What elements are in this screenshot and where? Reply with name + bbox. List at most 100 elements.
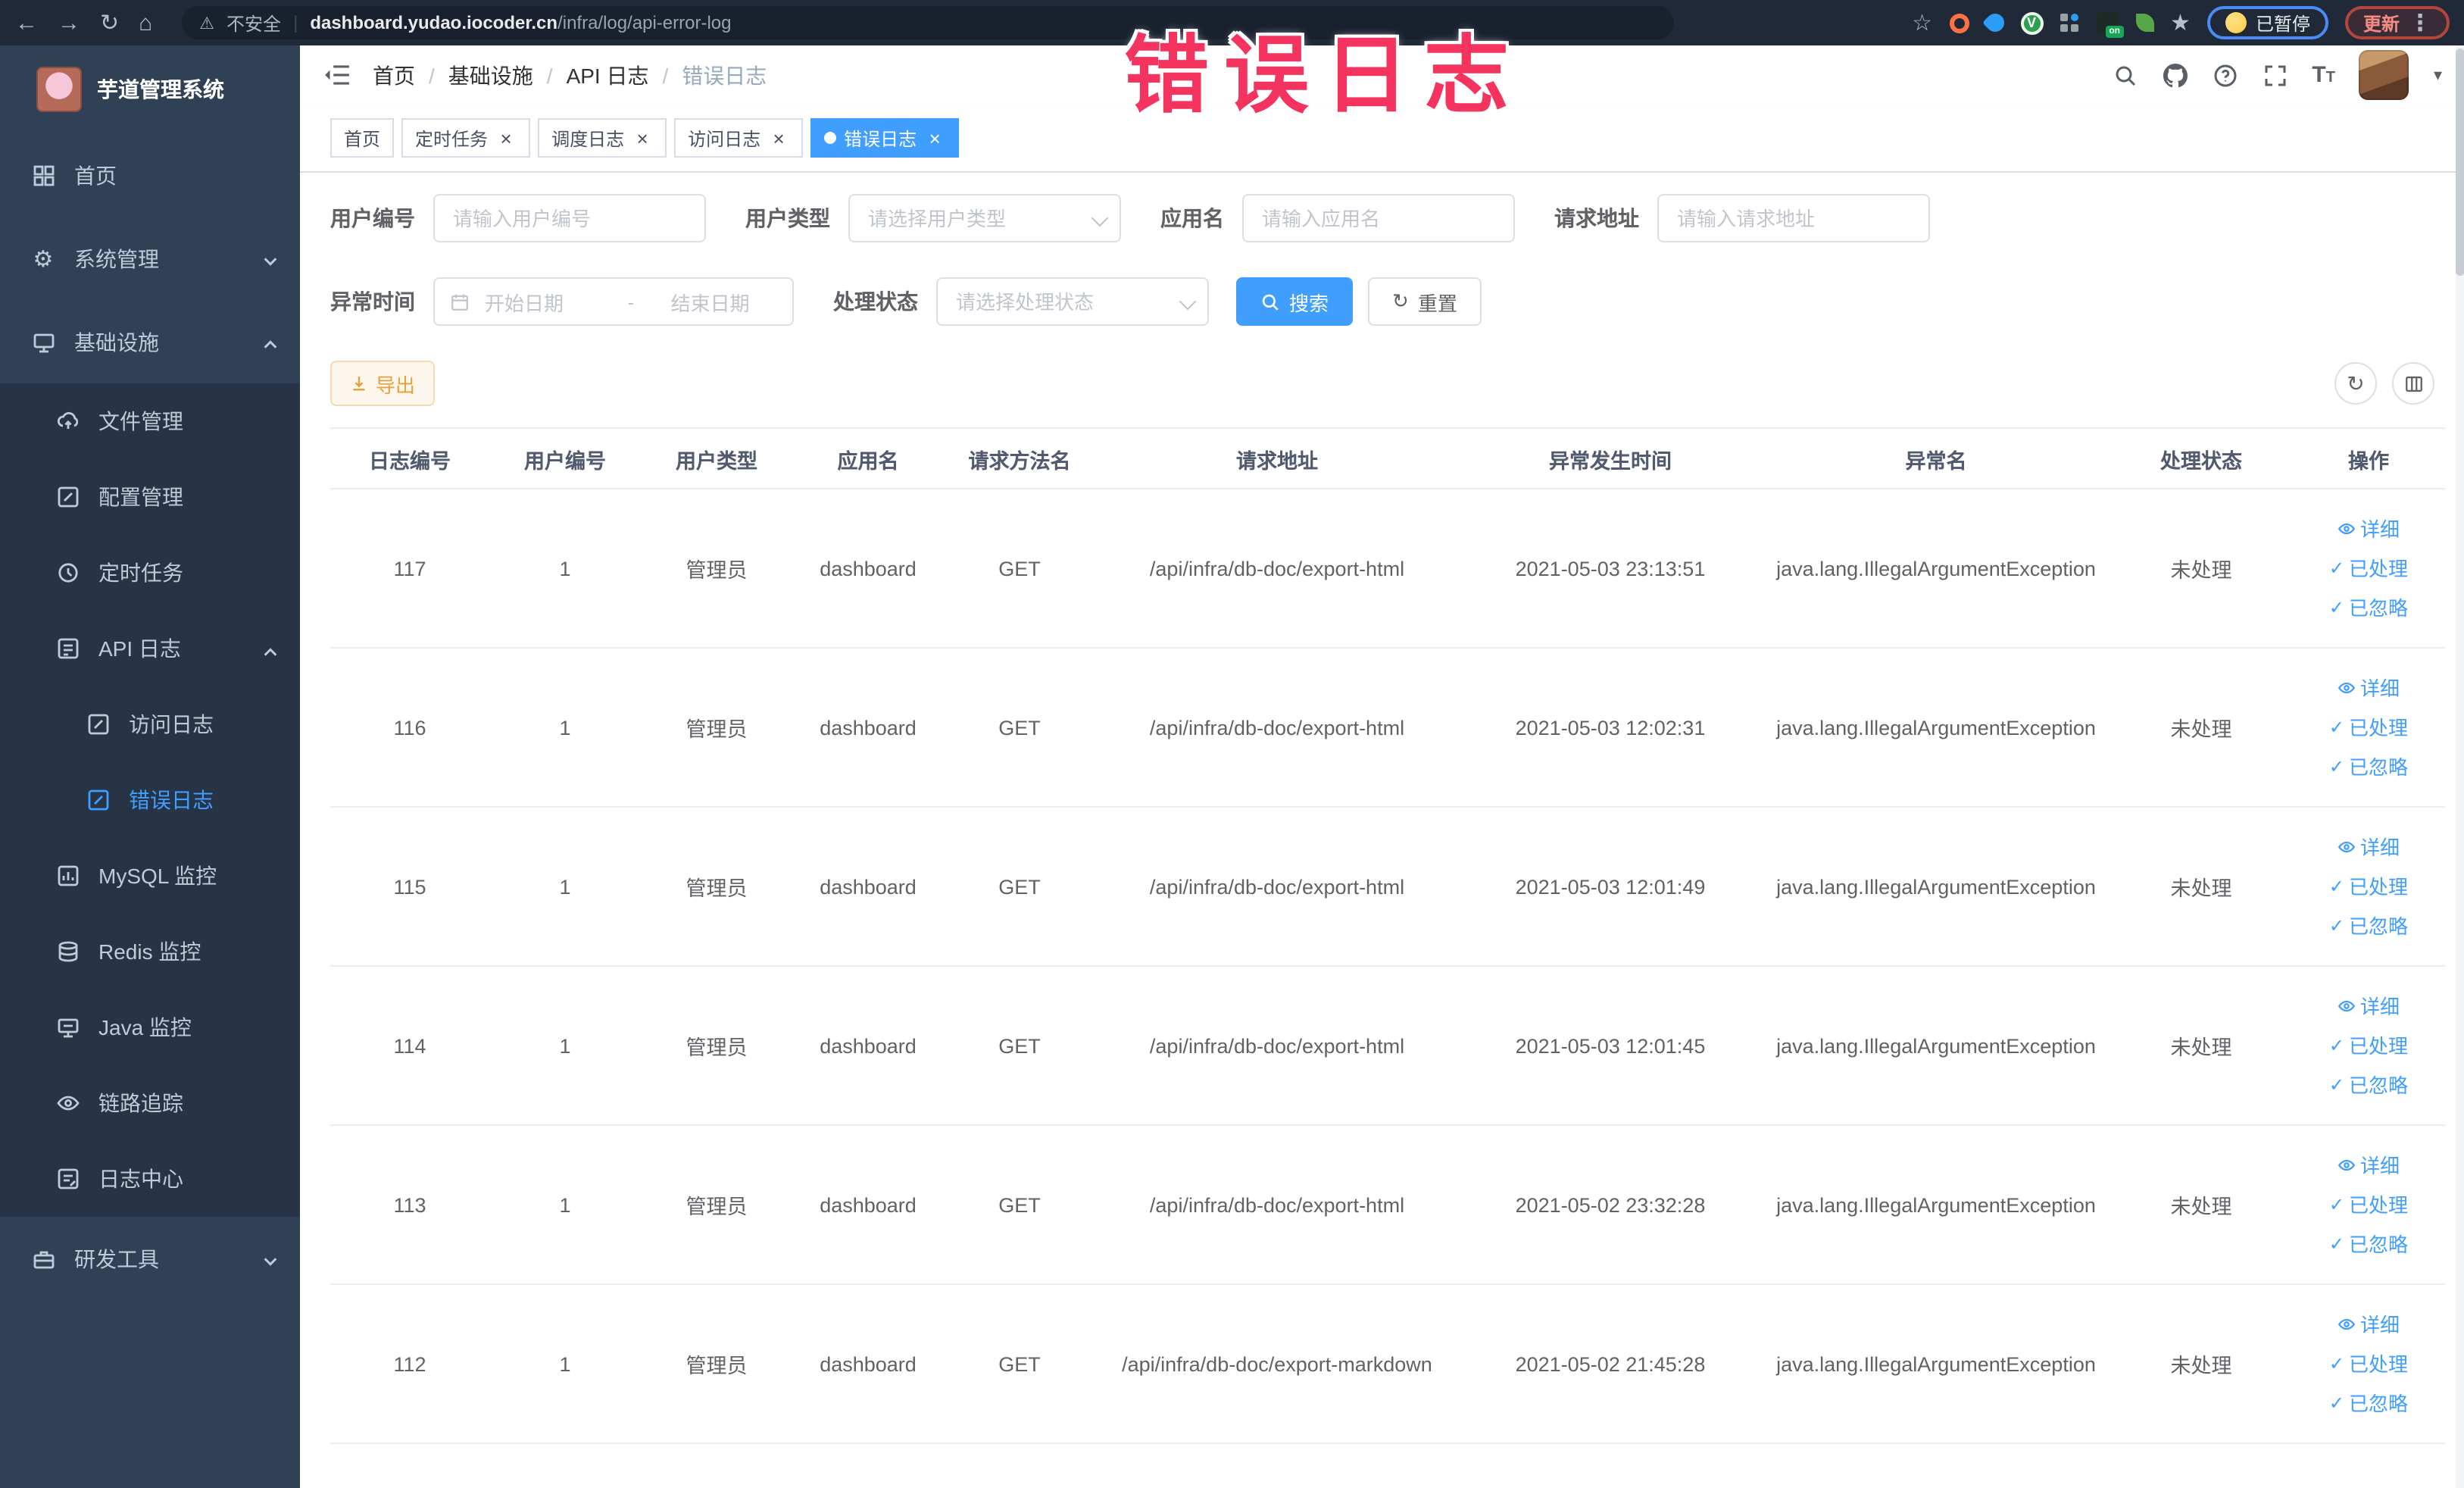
cell-process-status: 未处理 xyxy=(2170,559,2232,582)
sidebar-fold-icon[interactable] xyxy=(323,61,351,89)
sidebar-item-infrastructure[interactable]: 基础设施 xyxy=(0,300,300,383)
mark-ignored-link[interactable]: ✓ 已忽略 xyxy=(2329,1225,2408,1263)
breadcrumb-api-log[interactable]: API 日志 xyxy=(567,60,649,90)
sidebar-item-home[interactable]: 首页 xyxy=(0,133,300,217)
user-type-select-input[interactable] xyxy=(848,194,1121,242)
help-icon[interactable] xyxy=(2212,62,2238,88)
browser-profile-chip[interactable]: 已暂停 xyxy=(2206,6,2328,39)
tag-home[interactable]: 首页 xyxy=(330,118,395,158)
mark-ignored-link[interactable]: ✓ 已忽略 xyxy=(2329,748,2408,786)
mark-processed-link[interactable]: ✓ 已处理 xyxy=(2329,1345,2408,1383)
detail-link[interactable]: 详细 xyxy=(2338,1146,2400,1184)
extension-drop-icon[interactable] xyxy=(1982,10,2008,36)
extension-v-icon[interactable]: V xyxy=(2020,11,2044,34)
sidebar-item-tracing[interactable]: 链路追踪 xyxy=(0,1065,300,1141)
browser-reload-icon[interactable]: ↻ xyxy=(100,11,119,34)
cell-exception-name: java.lang.IllegalArgumentException xyxy=(1776,1352,2096,1375)
detail-link[interactable]: 详细 xyxy=(2338,987,2400,1025)
cell-method: GET xyxy=(998,716,1041,739)
sidebar-item-label: 访问日志 xyxy=(129,712,214,736)
column-settings-button[interactable] xyxy=(2392,362,2434,405)
logo[interactable]: 芋道管理系统 xyxy=(0,45,300,133)
close-icon[interactable]: × xyxy=(924,127,945,148)
export-button[interactable]: 导出 xyxy=(330,361,436,406)
process-status-select[interactable] xyxy=(936,277,1209,326)
mark-ignored-link[interactable]: ✓ 已忽略 xyxy=(2329,1066,2408,1104)
request-url-input[interactable] xyxy=(1657,194,1930,242)
extension-grid-icon[interactable] xyxy=(2060,13,2079,33)
close-icon[interactable]: × xyxy=(768,127,789,148)
search-button[interactable]: 搜索 xyxy=(1236,277,1354,326)
user-menu-caret-icon[interactable]: ▾ xyxy=(2434,65,2442,85)
scrollbar[interactable] xyxy=(2456,45,2464,1488)
sidebar-item-file-management[interactable]: 文件管理 xyxy=(0,383,300,459)
user-id-input[interactable] xyxy=(433,194,706,242)
mark-ignored-link[interactable]: ✓ 已忽略 xyxy=(2329,1384,2408,1422)
sidebar-item-error-log[interactable]: 错误日志 xyxy=(0,762,300,838)
detail-link[interactable]: 详细 xyxy=(2338,828,2400,866)
browser-menu-icon[interactable]: ⋮ xyxy=(2409,11,2431,34)
process-status-select-input[interactable] xyxy=(936,277,1209,326)
mark-processed-link[interactable]: ✓ 已处理 xyxy=(2329,867,2408,905)
sidebar-item-scheduled-jobs[interactable]: 定时任务 xyxy=(0,535,300,611)
browser-back-icon[interactable]: ← xyxy=(15,11,38,34)
tag-schedule-log[interactable]: 调度日志 × xyxy=(538,118,667,158)
cell-actions: 详细 ✓ 已处理 ✓ 已忽略 xyxy=(2292,1146,2445,1263)
bookmark-star-icon[interactable]: ☆ xyxy=(1912,11,1932,34)
scrollbar-thumb[interactable] xyxy=(2456,48,2464,276)
app-name-input[interactable] xyxy=(1242,194,1515,242)
sidebar-item-access-log[interactable]: 访问日志 xyxy=(0,686,300,762)
extension-leaf-icon[interactable] xyxy=(2135,14,2154,32)
sidebar-item-java-monitor[interactable]: Java 监控 xyxy=(0,989,300,1065)
browser-forward-icon[interactable]: → xyxy=(58,11,80,34)
sidebar-item-system[interactable]: ⚙ 系统管理 xyxy=(0,217,300,300)
tags-view-bar: 首页 定时任务 × 调度日志 × 访问日志 × 错误日志 × xyxy=(300,105,2464,173)
tag-scheduled-jobs[interactable]: 定时任务 × xyxy=(401,118,531,158)
mark-processed-link[interactable]: ✓ 已处理 xyxy=(2329,1186,2408,1224)
extension-on-icon[interactable]: on xyxy=(2096,11,2124,37)
cell-user-type: 管理员 xyxy=(685,1196,748,1218)
sidebar-item-mysql-monitor[interactable]: MySQL 监控 xyxy=(0,838,300,914)
mark-processed-link[interactable]: ✓ 已处理 xyxy=(2329,549,2408,587)
sidebar-item-log-center[interactable]: 日志中心 xyxy=(0,1141,300,1217)
tag-error-log[interactable]: 错误日志 × xyxy=(810,118,960,158)
mark-processed-link[interactable]: ✓ 已处理 xyxy=(2329,1027,2408,1064)
sidebar-item-dev-tools[interactable]: 研发工具 xyxy=(0,1217,300,1300)
date-range-picker[interactable]: 开始日期 - 结束日期 xyxy=(433,277,794,326)
font-size-icon[interactable]: TT xyxy=(2312,63,2335,87)
tag-access-log[interactable]: 访问日志 × xyxy=(674,118,804,158)
detail-link[interactable]: 详细 xyxy=(2338,510,2400,548)
refresh-table-button[interactable]: ↻ xyxy=(2334,362,2377,405)
fullscreen-icon[interactable] xyxy=(2262,62,2288,88)
java-monitor-icon xyxy=(55,1014,80,1040)
cell-exception-name: java.lang.IllegalArgumentException xyxy=(1776,1034,2096,1057)
table-row: 116 1 管理员 dashboard GET /api/infra/db-do… xyxy=(330,649,2445,808)
mark-ignored-link[interactable]: ✓ 已忽略 xyxy=(2329,589,2408,627)
chevron-down-icon xyxy=(262,250,279,267)
sidebar-item-config-management[interactable]: 配置管理 xyxy=(0,459,300,535)
check-icon: ✓ xyxy=(2328,915,2345,936)
main-area: 首页 / 基础设施 / API 日志 / 错误日志 TT ▾ 首页 定时任务 ×… xyxy=(300,45,2464,1488)
close-icon[interactable]: × xyxy=(632,127,653,148)
close-icon[interactable]: × xyxy=(495,127,517,148)
cell-user-type: 管理员 xyxy=(685,1036,748,1059)
browser-update-button[interactable]: 更新 ⋮ xyxy=(2344,6,2450,39)
address-bar[interactable]: ⚠ 不安全 | dashboard.yudao.iocoder.cn/infra… xyxy=(181,6,1674,39)
search-icon[interactable] xyxy=(2112,62,2138,88)
github-icon[interactable] xyxy=(2162,62,2188,88)
mark-processed-link[interactable]: ✓ 已处理 xyxy=(2329,708,2408,746)
extension-ring-icon[interactable] xyxy=(1949,13,1969,33)
browser-home-icon[interactable]: ⌂ xyxy=(139,11,152,34)
extensions-puzzle-icon[interactable]: ★ xyxy=(2170,11,2191,34)
user-avatar[interactable] xyxy=(2359,50,2409,100)
reset-button[interactable]: ↻ 重置 xyxy=(1368,277,1482,326)
mark-ignored-link[interactable]: ✓ 已忽略 xyxy=(2329,907,2408,945)
check-icon: ✓ xyxy=(2328,1074,2345,1096)
detail-link[interactable]: 详细 xyxy=(2338,669,2400,707)
breadcrumb-home[interactable]: 首页 xyxy=(373,60,415,90)
breadcrumb-infrastructure[interactable]: 基础设施 xyxy=(448,60,533,90)
detail-link[interactable]: 详细 xyxy=(2338,1305,2400,1343)
sidebar-item-redis-monitor[interactable]: Redis 监控 xyxy=(0,914,300,989)
user-type-select[interactable] xyxy=(848,194,1121,242)
sidebar-item-api-log[interactable]: API 日志 xyxy=(0,611,300,686)
